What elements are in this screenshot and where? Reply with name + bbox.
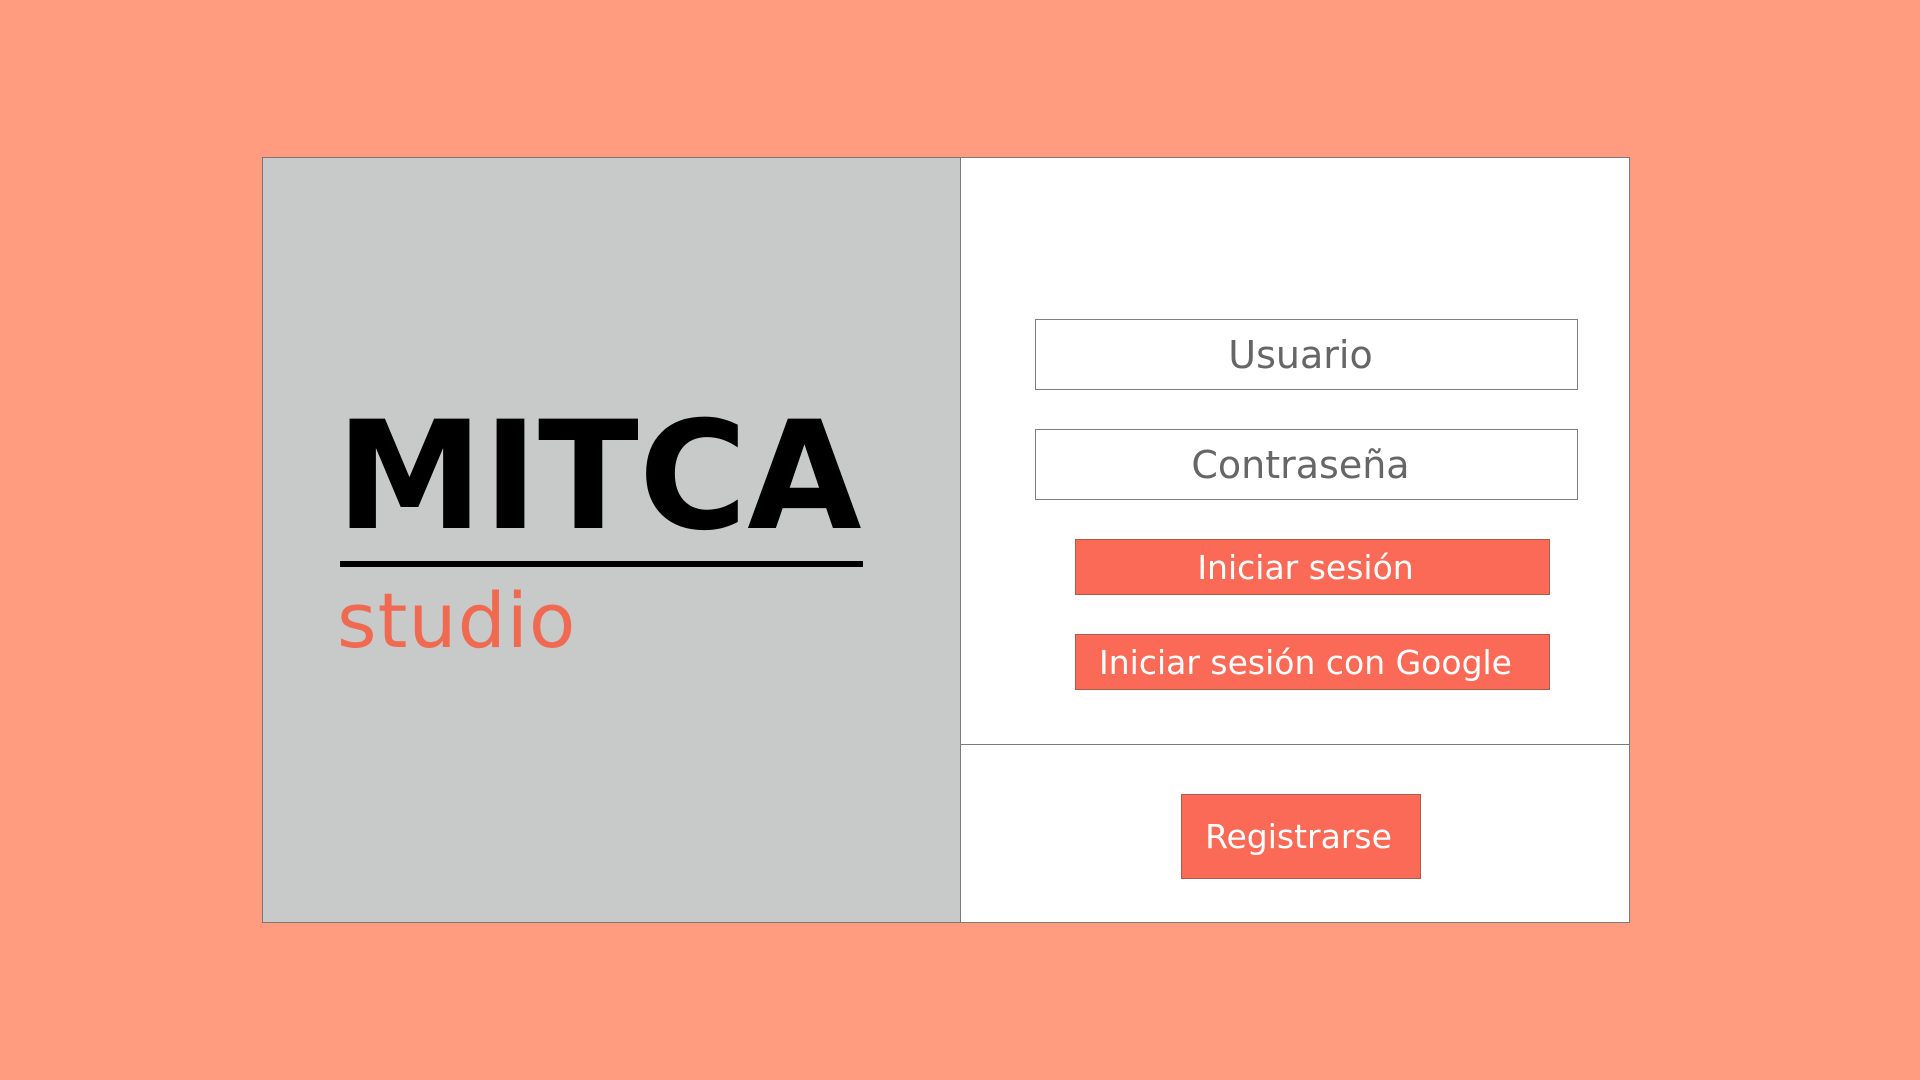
google-login-button[interactable]: Iniciar sesión con Google bbox=[1075, 634, 1550, 690]
logo-panel: MITCA studio bbox=[263, 158, 961, 922]
google-login-button-label: Iniciar sesión con Google bbox=[1099, 642, 1512, 682]
username-field[interactable] bbox=[1035, 319, 1578, 390]
logo-title: MITCA bbox=[336, 390, 862, 564]
password-input[interactable] bbox=[1036, 430, 1577, 499]
logo-underline bbox=[340, 561, 863, 567]
section-divider bbox=[961, 744, 1629, 745]
login-button-label: Iniciar sesión bbox=[1197, 547, 1414, 587]
logo-subtitle: studio bbox=[337, 576, 577, 665]
login-button[interactable]: Iniciar sesión bbox=[1075, 539, 1550, 595]
login-card: MITCA studio Iniciar sesión Iniciar sesi… bbox=[262, 157, 1630, 923]
register-button-label: Registrarse bbox=[1205, 817, 1392, 856]
username-input[interactable] bbox=[1036, 320, 1577, 389]
register-button[interactable]: Registrarse bbox=[1181, 794, 1421, 879]
login-form-panel: Iniciar sesión Iniciar sesión con Google… bbox=[961, 158, 1629, 922]
password-field[interactable] bbox=[1035, 429, 1578, 500]
